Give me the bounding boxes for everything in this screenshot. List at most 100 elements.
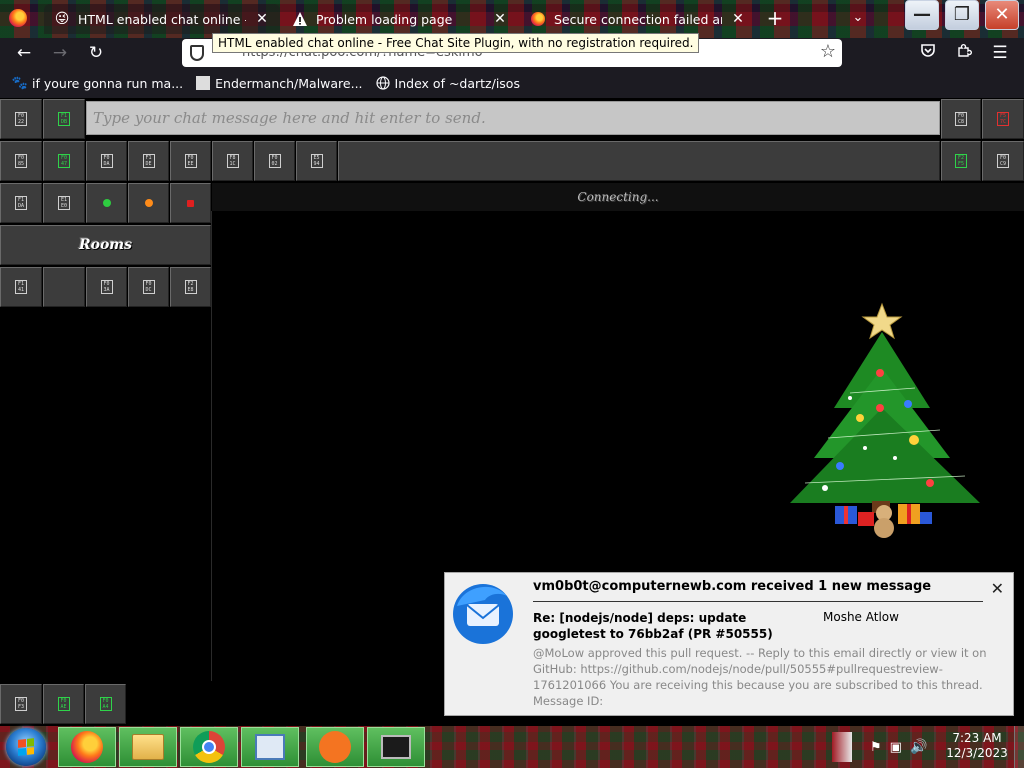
toolbar-glyph-button[interactable]: F8 1C [212, 141, 253, 181]
toolbar-glyph-button[interactable]: F1 DA [0, 183, 42, 223]
toolbar-glyph-button[interactable]: F0 EE [170, 141, 211, 181]
new-tab-button[interactable]: + [764, 7, 786, 29]
toolbar-glyph-button[interactable]: F0 3A [86, 267, 127, 307]
clear-button[interactable]: F5 7C [982, 99, 1024, 139]
tray-app-icon[interactable] [832, 732, 852, 762]
thunderbird-notification[interactable]: vm0b0t@computernewb.com received 1 new m… [444, 572, 1014, 716]
bookmark-star-icon[interactable]: ☆ [820, 41, 836, 62]
bookmarks-toolbar: 🐾 if youre gonna run ma... Endermanch/Ma… [0, 68, 1024, 98]
bookmark-label: Index of ~dartz/isos [394, 75, 520, 91]
connection-status-text: Connecting... [577, 190, 659, 204]
start-button[interactable] [6, 728, 46, 766]
bookmark-item[interactable]: Index of ~dartz/isos [375, 75, 520, 91]
send-options-button[interactable]: F0 C8 [941, 99, 981, 139]
page-tooltip: HTML enabled chat online - Free Chat Sit… [212, 33, 700, 53]
action-center-flag-icon[interactable]: ⚑ [870, 740, 882, 755]
toolbar-glyph-button[interactable]: F1 DE [128, 141, 169, 181]
clock-date: 12/3/2023 [946, 746, 1008, 760]
toolbar-glyph-button[interactable]: F2 E8 [170, 267, 211, 307]
toolbar-glyph-icon: E5 94 [310, 154, 323, 168]
bookmark-item[interactable]: 🐾 if youre gonna run ma... [12, 75, 183, 91]
firefox-icon [71, 731, 103, 763]
toolbar-glyph-button[interactable]: F0 A4 [85, 684, 126, 724]
show-desktop-button[interactable] [1014, 726, 1024, 768]
toolbar-glyph-button[interactable]: E5 94 [296, 141, 337, 181]
tab-problem-loading[interactable]: Problem loading page ✕ [282, 4, 518, 34]
tab-secure-connection[interactable]: Secure connection failed and Firef ✕ [520, 4, 756, 34]
toolbar-glyph-button[interactable]: F0 DA [86, 141, 127, 181]
minimize-button[interactable]: — [905, 0, 939, 30]
toolbar-glyph-icon: F0 F3 [15, 697, 27, 711]
tab-label: Problem loading page [316, 11, 453, 27]
sublime-icon [319, 731, 351, 763]
toolbar-glyph-button[interactable]: F0 47 [43, 141, 85, 181]
close-icon[interactable]: ✕ [492, 11, 508, 27]
toolbar-glyph-icon: F0 C8 [955, 112, 967, 126]
clock[interactable]: 7:23 AM 12/3/2023 [944, 731, 1010, 761]
toolbar-glyph-icon: F0 47 [58, 154, 70, 168]
christmas-tree-image [790, 302, 980, 538]
toolbar-glyph-button[interactable]: F0 F3 [0, 684, 42, 724]
tab-chat[interactable]: 😜 HTML enabled chat online - Free ✕ [44, 4, 280, 34]
close-icon[interactable]: ✕ [991, 579, 1004, 598]
github-icon [195, 75, 211, 91]
toolbar-glyph-icon: E1 E0 [58, 196, 70, 210]
clock-time: 7:23 AM [952, 731, 1002, 745]
green-dot-icon [102, 199, 111, 207]
bookmark-item[interactable]: Endermanch/Malware... [195, 75, 363, 91]
warning-icon [292, 11, 308, 27]
toolbar-glyph-button[interactable]: F0 C9 [982, 141, 1024, 181]
status-online-button[interactable] [86, 183, 127, 223]
reload-icon[interactable]: ↻ [84, 41, 108, 65]
extensions-icon[interactable] [952, 41, 976, 65]
toolbar-glyph-button[interactable]: F0 85 [0, 141, 42, 181]
toolbar-glyph-icon: F0 3A [100, 280, 113, 294]
toolbar-glyph-icon: F0 DC [142, 280, 155, 294]
taskbar-file-explorer[interactable] [119, 727, 177, 767]
taskbar: ⚑ ▣ 🔊 7:23 AM 12/3/2023 [0, 726, 1024, 768]
taskbar-sublime[interactable] [306, 727, 364, 767]
toolbar-glyph-button[interactable]: F0 22 [0, 99, 42, 139]
rooms-button[interactable]: Rooms [0, 225, 211, 265]
hamburger-menu-icon[interactable]: ☰ [988, 41, 1012, 65]
list-all-tabs-button[interactable]: ⌄ [846, 6, 870, 30]
close-icon[interactable]: ✕ [254, 11, 270, 27]
toolbar-glyph-button[interactable]: F2 F5 [941, 141, 981, 181]
network-icon[interactable]: ▣ [890, 740, 902, 755]
notification-subject: Re: [nodejs/node] deps: update googletes… [533, 611, 773, 641]
close-icon[interactable]: ✕ [730, 11, 746, 27]
tracking-protection-icon[interactable] [190, 45, 204, 61]
toolbar-blank-button[interactable] [43, 267, 85, 307]
status-away-button[interactable] [128, 183, 169, 223]
status-busy-button[interactable] [170, 183, 211, 223]
taskbar-control-panel[interactable] [241, 727, 299, 767]
firefox-view-icon[interactable] [9, 9, 27, 27]
toolbar-glyph-icon: F1 DA [15, 196, 27, 210]
pocket-icon[interactable] [916, 41, 940, 65]
chrome-icon [193, 731, 225, 763]
toolbar-glyph-button[interactable]: F0 02 [254, 141, 295, 181]
back-icon[interactable]: ← [12, 41, 36, 65]
chat-message-input[interactable] [87, 102, 939, 134]
taskbar-firefox[interactable] [58, 727, 116, 767]
toolbar-glyph-button[interactable]: F0 AE [43, 684, 84, 724]
taskbar-chrome[interactable] [180, 727, 238, 767]
toolbar-glyph-icon: F0 AE [57, 697, 70, 711]
forward-icon[interactable]: → [48, 41, 72, 65]
notification-divider [533, 601, 983, 602]
toolbar-glyph-icon: F0 A4 [99, 697, 112, 711]
window-close-button[interactable]: ✕ [985, 0, 1019, 30]
restore-button[interactable]: ❐ [945, 0, 979, 30]
toolbar-glyph-button[interactable]: F1 41 [0, 267, 42, 307]
toolbar-glyph-button[interactable]: E1 E0 [43, 183, 85, 223]
taskbar-terminal[interactable] [367, 727, 425, 767]
toolbar-glyph-icon: F0 DA [100, 154, 113, 168]
chat-message-box[interactable] [86, 101, 940, 135]
toolbar-glyph-button[interactable]: F1 DB [43, 99, 85, 139]
volume-icon[interactable]: 🔊 [910, 739, 927, 755]
notification-sender: Moshe Atlow [823, 610, 899, 624]
toolbar-spacer [338, 141, 940, 181]
toolbar-glyph-icon: F1 41 [15, 280, 27, 294]
toolbar-glyph-button[interactable]: F0 DC [128, 267, 169, 307]
toolbar-glyph-icon: F1 DE [142, 154, 155, 168]
